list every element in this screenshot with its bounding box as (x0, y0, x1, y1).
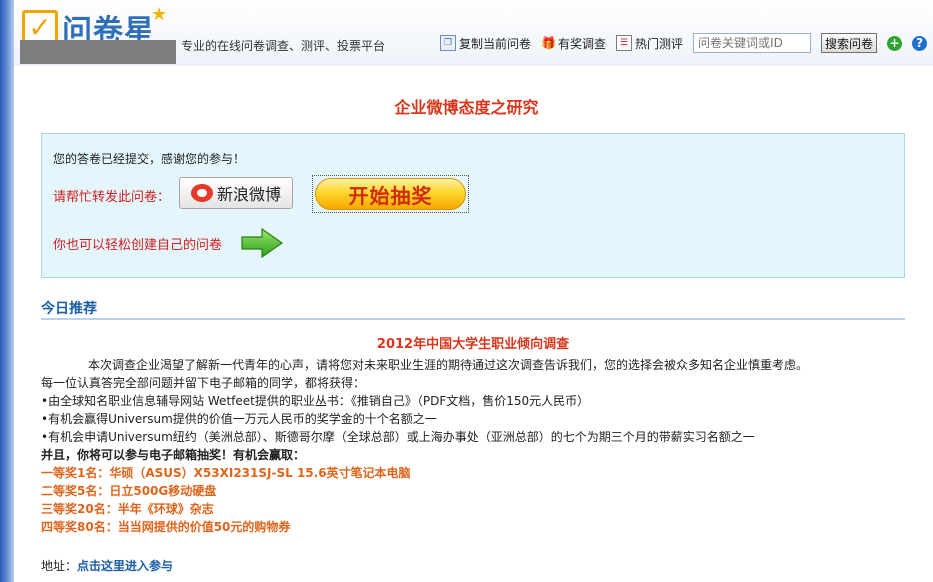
prize-survey-label: 有奖调查 (558, 36, 607, 51)
address-label: 地址： (41, 559, 78, 573)
site-slogan: 专业的在线问卷调查、测评、投票平台 (181, 39, 386, 53)
site-header: ✓ 问卷星 ★ 专业的在线问卷调查、测评、投票平台 ❐ 复制当前问卷 🎁 有奖调… (14, 0, 933, 66)
gift-icon: 🎁 (541, 36, 556, 50)
share-prompt: 请帮忙转发此问卷： (53, 190, 171, 205)
hot-test-link[interactable]: ☰ 热门测评 (616, 35, 683, 52)
page-title: 企业微博态度之研究 (394, 98, 539, 117)
redacted-area (20, 40, 176, 64)
benefit-item: •有机会申请Universum纽约（美洲总部）、斯德哥尔摩（全球总部）或上海办事… (41, 430, 755, 444)
help-icon[interactable]: ? (912, 35, 928, 51)
prize-item: 二等奖5名：日立500G移动硬盘 (41, 484, 217, 498)
benefit-intro: 每一位认真答完全部问题并留下电子邮箱的同学，都将获得： (41, 376, 366, 390)
lottery-intro: 并且，你将可以参与电子邮箱抽奖！有机会赢取： (41, 448, 306, 462)
weibo-share-button[interactable]: 新浪微博 (179, 177, 293, 209)
copy-icon: ❐ (440, 35, 456, 51)
star-icon: ★ (151, 3, 168, 25)
recommended-survey-title[interactable]: 2012年中国大学生职业倾向调查 (0, 333, 933, 352)
recommendation-body: 本次调查企业渴望了解新一代青年的心声，请将您对未来职业生涯的期待通过这次调查告诉… (41, 356, 921, 536)
intro-text: 本次调查企业渴望了解新一代青年的心声，请将您对未来职业生涯的期待通过这次调查告诉… (88, 358, 809, 372)
benefit-item: •有机会赢得Universum提供的价值一万元人民币的奖学金的十个名额之一 (41, 412, 437, 426)
weibo-label: 新浪微博 (216, 185, 281, 204)
list-icon: ☰ (616, 35, 633, 51)
submission-notice-panel: 您的答卷已经提交，感谢您的参与！ 请帮忙转发此问卷： 新浪微博 开始抽奖 你也可… (41, 133, 905, 278)
prize-item: 三等奖20名：半年《环球》杂志 (41, 502, 214, 516)
prize-item: 一等奖1名：华硕（ASUS）X53XI231SJ-SL 15.6英寸笔记本电脑 (41, 466, 411, 480)
lottery-button-focus: 开始抽奖 (312, 175, 469, 213)
prize-item: 四等奖80名：当当网提供的价值50元的购物券 (41, 520, 291, 534)
section-divider (41, 318, 905, 320)
submitted-message: 您的答卷已经提交，感谢您的参与！ (53, 152, 246, 166)
search-input[interactable] (693, 33, 812, 53)
create-survey-prompt[interactable]: 你也可以轻松创建自己的问卷 (53, 234, 222, 253)
add-icon[interactable]: + (887, 35, 903, 51)
participate-link[interactable]: 点击这里进入参与 (77, 559, 173, 573)
hot-test-label: 热门测评 (635, 36, 684, 51)
prize-survey-link[interactable]: 🎁 有奖调查 (541, 35, 606, 52)
today-recommend-heading: 今日推荐 (41, 301, 97, 317)
copy-survey-label: 复制当前问卷 (459, 36, 532, 51)
green-arrow-icon[interactable] (240, 227, 284, 259)
weibo-icon (190, 184, 213, 202)
copy-survey-link[interactable]: ❐ 复制当前问卷 (440, 35, 531, 52)
window-left-edge (0, 0, 14, 582)
top-links: ❐ 复制当前问卷 🎁 有奖调查 ☰ 热门测评 搜索问卷 + ? (440, 33, 928, 53)
benefit-item: •由全球知名职业信息辅导网站 Wetfeet提供的职业丛书：《推销自己》（PDF… (41, 394, 590, 408)
start-lottery-button[interactable]: 开始抽奖 (315, 178, 466, 210)
address-line: 地址：点击这里进入参与 (41, 557, 173, 574)
search-button[interactable]: 搜索问卷 (821, 33, 878, 53)
